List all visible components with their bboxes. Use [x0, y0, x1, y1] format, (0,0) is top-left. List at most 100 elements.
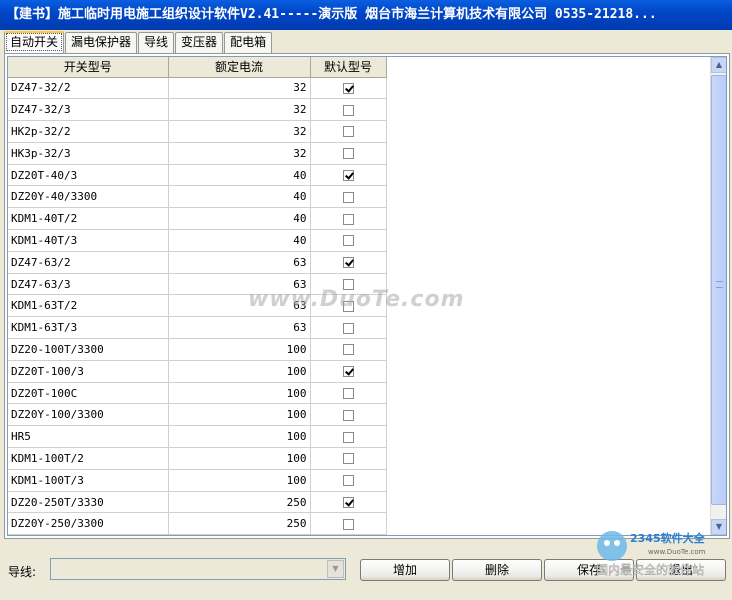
table-row[interactable]: KDM1-40T/2 40	[8, 207, 387, 231]
cell-default[interactable]	[310, 360, 387, 383]
cell-rated-current[interactable]: 32	[168, 77, 311, 100]
scroll-thumb[interactable]	[711, 75, 726, 505]
add-button[interactable]: 增加	[360, 559, 450, 581]
cell-model[interactable]: DZ20-250T/3330	[8, 491, 169, 514]
cell-rated-current[interactable]: 40	[168, 164, 311, 187]
default-checkbox[interactable]	[342, 257, 354, 269]
cell-rated-current[interactable]: 100	[168, 425, 311, 449]
table-row[interactable]: DZ20T-40/3 40	[8, 164, 387, 187]
default-checkbox[interactable]	[342, 279, 354, 291]
default-checkbox[interactable]	[342, 104, 354, 116]
table-row[interactable]: KDM1-63T/2 63	[8, 294, 387, 318]
default-checkbox[interactable]	[342, 453, 354, 465]
cell-model[interactable]: DZ47-63/2	[8, 251, 169, 274]
default-checkbox[interactable]	[342, 191, 354, 203]
cell-rated-current[interactable]: 32	[168, 120, 311, 143]
cell-default[interactable]	[310, 316, 387, 340]
table-row[interactable]: KDM1-63T/3 63	[8, 316, 387, 340]
cell-default[interactable]	[310, 251, 387, 274]
cell-default[interactable]	[310, 164, 387, 187]
cell-model[interactable]: DZ47-32/2	[8, 77, 169, 100]
cell-default[interactable]	[310, 120, 387, 143]
cell-model[interactable]: HK2p-32/2	[8, 120, 169, 143]
default-checkbox[interactable]	[342, 170, 354, 182]
table-row[interactable]: DZ20Y-100/3300 100	[8, 403, 387, 427]
table-row[interactable]: HK2p-32/2 32	[8, 120, 387, 143]
cell-model[interactable]: DZ20Y-40/3300	[8, 185, 169, 209]
table-row[interactable]: DZ20T-100/3 100	[8, 360, 387, 383]
save-button[interactable]: 保存	[544, 559, 634, 581]
table-row[interactable]: HK3p-32/3 32	[8, 142, 387, 165]
cell-rated-current[interactable]: 250	[168, 512, 311, 535]
default-checkbox[interactable]	[342, 431, 354, 443]
cell-model[interactable]: DZ47-63/3	[8, 273, 169, 296]
cell-default[interactable]	[310, 447, 387, 470]
default-checkbox[interactable]	[342, 518, 354, 530]
default-checkbox[interactable]	[342, 126, 354, 138]
cell-model[interactable]: HK3p-32/3	[8, 142, 169, 165]
cell-model[interactable]: DZ20T-100C	[8, 382, 169, 405]
cell-rated-current[interactable]: 100	[168, 469, 311, 492]
tab-leakage-protector[interactable]: 漏电保护器	[65, 32, 138, 53]
cell-rated-current[interactable]: 100	[168, 382, 311, 405]
chevron-down-icon[interactable]: ▼	[327, 560, 344, 578]
cell-rated-current[interactable]: 32	[168, 98, 311, 122]
cell-model[interactable]: KDM1-100T/2	[8, 447, 169, 470]
cell-default[interactable]	[310, 425, 387, 449]
cell-rated-current[interactable]: 40	[168, 185, 311, 209]
cell-rated-current[interactable]: 63	[168, 316, 311, 340]
cell-default[interactable]	[310, 185, 387, 209]
cell-model[interactable]: DZ20T-40/3	[8, 164, 169, 187]
tab-transformer[interactable]: 变压器	[175, 32, 224, 53]
default-checkbox[interactable]	[342, 213, 354, 225]
cell-default[interactable]	[310, 98, 387, 122]
table-row[interactable]: HR5 100	[8, 425, 387, 449]
table-row[interactable]: DZ20Y-250/3300 250	[8, 512, 387, 535]
table-row[interactable]: DZ20-100T/3300 100	[8, 338, 387, 361]
default-checkbox[interactable]	[342, 344, 354, 356]
scroll-down-button[interactable]: ▼	[711, 519, 726, 535]
cell-model[interactable]: KDM1-100T/3	[8, 469, 169, 492]
cell-model[interactable]: KDM1-63T/2	[8, 294, 169, 318]
table-row[interactable]: DZ20-250T/3330 250	[8, 491, 387, 514]
table-row[interactable]: DZ47-32/3 32	[8, 98, 387, 122]
cell-rated-current[interactable]: 63	[168, 294, 311, 318]
table-row[interactable]: DZ20Y-40/3300 40	[8, 185, 387, 209]
table-row[interactable]: DZ20T-100C 100	[8, 382, 387, 405]
cell-model[interactable]: DZ20Y-250/3300	[8, 512, 169, 535]
cell-default[interactable]	[310, 469, 387, 492]
cell-model[interactable]: DZ20-100T/3300	[8, 338, 169, 361]
tab-auto-switch[interactable]: 自动开关	[4, 31, 65, 53]
cell-model[interactable]: KDM1-40T/3	[8, 229, 169, 252]
wire-combobox[interactable]: ▼	[50, 558, 346, 580]
cell-model[interactable]: KDM1-63T/3	[8, 316, 169, 340]
column-header-rated-current[interactable]: 额定电流	[168, 57, 311, 78]
cell-model[interactable]: HR5	[8, 425, 169, 449]
cell-model[interactable]: DZ20T-100/3	[8, 360, 169, 383]
default-checkbox[interactable]	[342, 475, 354, 487]
cell-rated-current[interactable]: 32	[168, 142, 311, 165]
cell-rated-current[interactable]: 250	[168, 491, 311, 514]
table-row[interactable]: KDM1-100T/3 100	[8, 469, 387, 492]
default-checkbox[interactable]	[342, 235, 354, 247]
table-row[interactable]: DZ47-63/3 63	[8, 273, 387, 296]
cell-rated-current[interactable]: 63	[168, 251, 311, 274]
cell-default[interactable]	[310, 338, 387, 361]
cell-model[interactable]: DZ20Y-100/3300	[8, 403, 169, 427]
cell-rated-current[interactable]: 40	[168, 207, 311, 231]
cell-rated-current[interactable]: 40	[168, 229, 311, 252]
default-checkbox[interactable]	[342, 322, 354, 334]
cell-default[interactable]	[310, 512, 387, 535]
cell-model[interactable]: KDM1-40T/2	[8, 207, 169, 231]
default-checkbox[interactable]	[342, 82, 354, 94]
table-row[interactable]: KDM1-100T/2 100	[8, 447, 387, 470]
default-checkbox[interactable]	[342, 366, 354, 378]
cell-default[interactable]	[310, 142, 387, 165]
scroll-up-button[interactable]: ▲	[711, 57, 726, 73]
cell-default[interactable]	[310, 207, 387, 231]
cell-default[interactable]	[310, 294, 387, 318]
default-checkbox[interactable]	[342, 388, 354, 400]
exit-button[interactable]: 退出	[636, 559, 726, 581]
default-checkbox[interactable]	[342, 300, 354, 312]
default-checkbox[interactable]	[342, 148, 354, 160]
